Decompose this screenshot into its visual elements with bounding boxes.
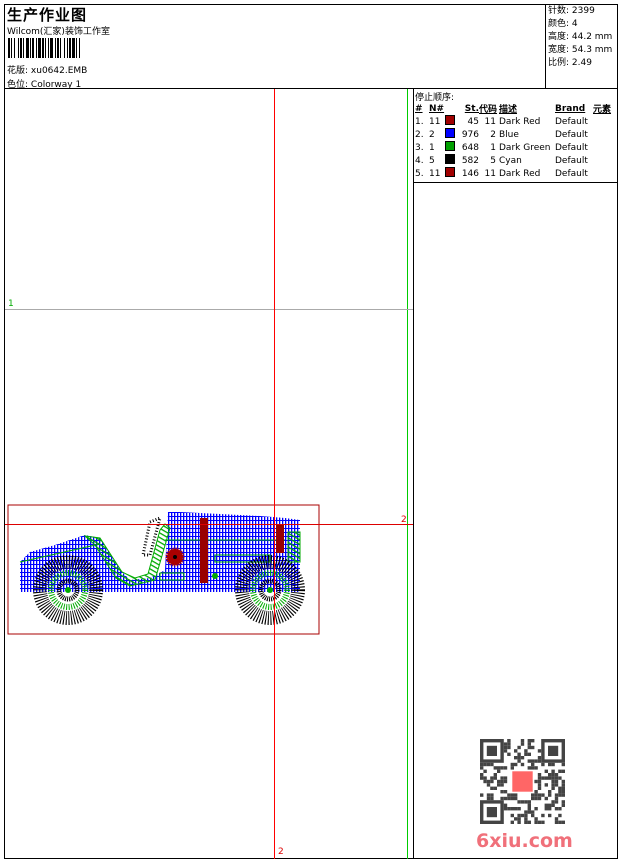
color-swatch bbox=[445, 154, 455, 164]
color-swatch bbox=[445, 141, 455, 151]
row-code: 2 bbox=[490, 129, 496, 140]
barcode bbox=[8, 38, 130, 58]
design-label: 花版: bbox=[7, 66, 29, 76]
table-divider bbox=[413, 88, 414, 859]
table-row: 1. 11 45 11 Dark Red Default bbox=[415, 115, 617, 128]
row-needle: 11 bbox=[429, 116, 441, 127]
company-name: Wilcom(汇家)装饰工作室 bbox=[7, 27, 110, 37]
stitch-count: 针数: 2399 bbox=[548, 6, 595, 16]
col-desc: 描述 bbox=[499, 105, 518, 115]
colorway-value: Colorway 1 bbox=[30, 80, 82, 90]
row-desc: Dark Green bbox=[499, 142, 551, 153]
color-swatch bbox=[445, 128, 455, 138]
row-code: 11 bbox=[484, 168, 496, 179]
embroidery-design bbox=[7, 504, 320, 635]
col-code: 代码 bbox=[479, 105, 498, 115]
header-divider bbox=[4, 88, 618, 89]
row-needle: 1 bbox=[429, 142, 435, 153]
row-stitches: 648 bbox=[461, 142, 479, 153]
design-height: 高度: 44.2 mm bbox=[548, 32, 613, 42]
col-index: # bbox=[415, 103, 423, 114]
page-title: 生产作业图 bbox=[7, 6, 88, 24]
row-index: 1. bbox=[415, 116, 424, 127]
color-count: 颜色: 4 bbox=[548, 19, 578, 29]
row-stitches: 976 bbox=[461, 129, 479, 140]
design-scale: 比例: 2.49 bbox=[548, 58, 592, 68]
row-desc: Blue bbox=[499, 129, 519, 140]
col-brand: Brand bbox=[555, 103, 586, 114]
table-caption: 停止顺序: bbox=[415, 93, 455, 103]
table-row: 4. 5 582 5 Cyan Default bbox=[415, 154, 617, 167]
row-needle: 5 bbox=[429, 155, 435, 166]
row-stitches: 146 bbox=[461, 168, 479, 179]
col-needle: N# bbox=[429, 103, 445, 114]
watermark-logo: 6xiu.com bbox=[476, 830, 573, 852]
table-bottom-line bbox=[413, 182, 618, 183]
row-index: 2. bbox=[415, 129, 424, 140]
row-needle: 11 bbox=[429, 168, 441, 179]
row-brand: Default bbox=[555, 129, 588, 140]
row-code: 1 bbox=[490, 142, 496, 153]
guide-label-1: 1 bbox=[8, 299, 14, 309]
guide-label-v: 2 bbox=[278, 847, 284, 857]
table-row: 3. 1 648 1 Dark Green Default bbox=[415, 141, 617, 154]
guide-line-green bbox=[407, 89, 408, 859]
table-row: 5. 11 146 11 Dark Red Default bbox=[415, 167, 617, 180]
table-row: 2. 2 976 2 Blue Default bbox=[415, 128, 617, 141]
table-header: # N# St. 代码 描述 Brand 元素 bbox=[415, 102, 617, 116]
row-code: 11 bbox=[484, 116, 496, 127]
stop-sequence-table: 停止顺序: # N# St. 代码 描述 Brand 元素 1. 11 45 11 Da… bbox=[415, 90, 617, 180]
row-index: 4. bbox=[415, 155, 424, 166]
info-divider bbox=[545, 4, 546, 88]
colorway: 色位: Colorway 1 bbox=[7, 77, 81, 90]
row-index: 5. bbox=[415, 168, 424, 179]
guide-line-1 bbox=[5, 309, 413, 310]
design-file: 花版: xu0642.EMB bbox=[7, 63, 87, 76]
guide-line-2 bbox=[5, 524, 413, 525]
guide-label-2: 2 bbox=[401, 515, 407, 525]
row-brand: Default bbox=[555, 155, 588, 166]
col-element: 元素 bbox=[593, 105, 612, 115]
colorway-label: 色位: bbox=[7, 80, 29, 90]
col-stitches: St. bbox=[464, 103, 479, 114]
color-swatch bbox=[445, 115, 455, 125]
row-desc: Cyan bbox=[499, 155, 522, 166]
qr-code bbox=[480, 739, 565, 824]
row-desc: Dark Red bbox=[499, 116, 541, 127]
row-brand: Default bbox=[555, 116, 588, 127]
row-stitches: 45 bbox=[467, 116, 479, 127]
row-stitches: 582 bbox=[461, 155, 479, 166]
design-value: xu0642.EMB bbox=[30, 66, 88, 76]
row-brand: Default bbox=[555, 142, 588, 153]
guide-line-vertical bbox=[274, 89, 275, 859]
door-handle bbox=[200, 518, 208, 583]
row-code: 5 bbox=[490, 155, 496, 166]
design-width: 宽度: 54.3 mm bbox=[548, 45, 613, 55]
row-index: 3. bbox=[415, 142, 424, 153]
row-desc: Dark Red bbox=[499, 168, 541, 179]
seal-stamp bbox=[512, 771, 533, 792]
color-swatch bbox=[445, 167, 455, 177]
row-needle: 2 bbox=[429, 129, 435, 140]
row-brand: Default bbox=[555, 168, 588, 179]
